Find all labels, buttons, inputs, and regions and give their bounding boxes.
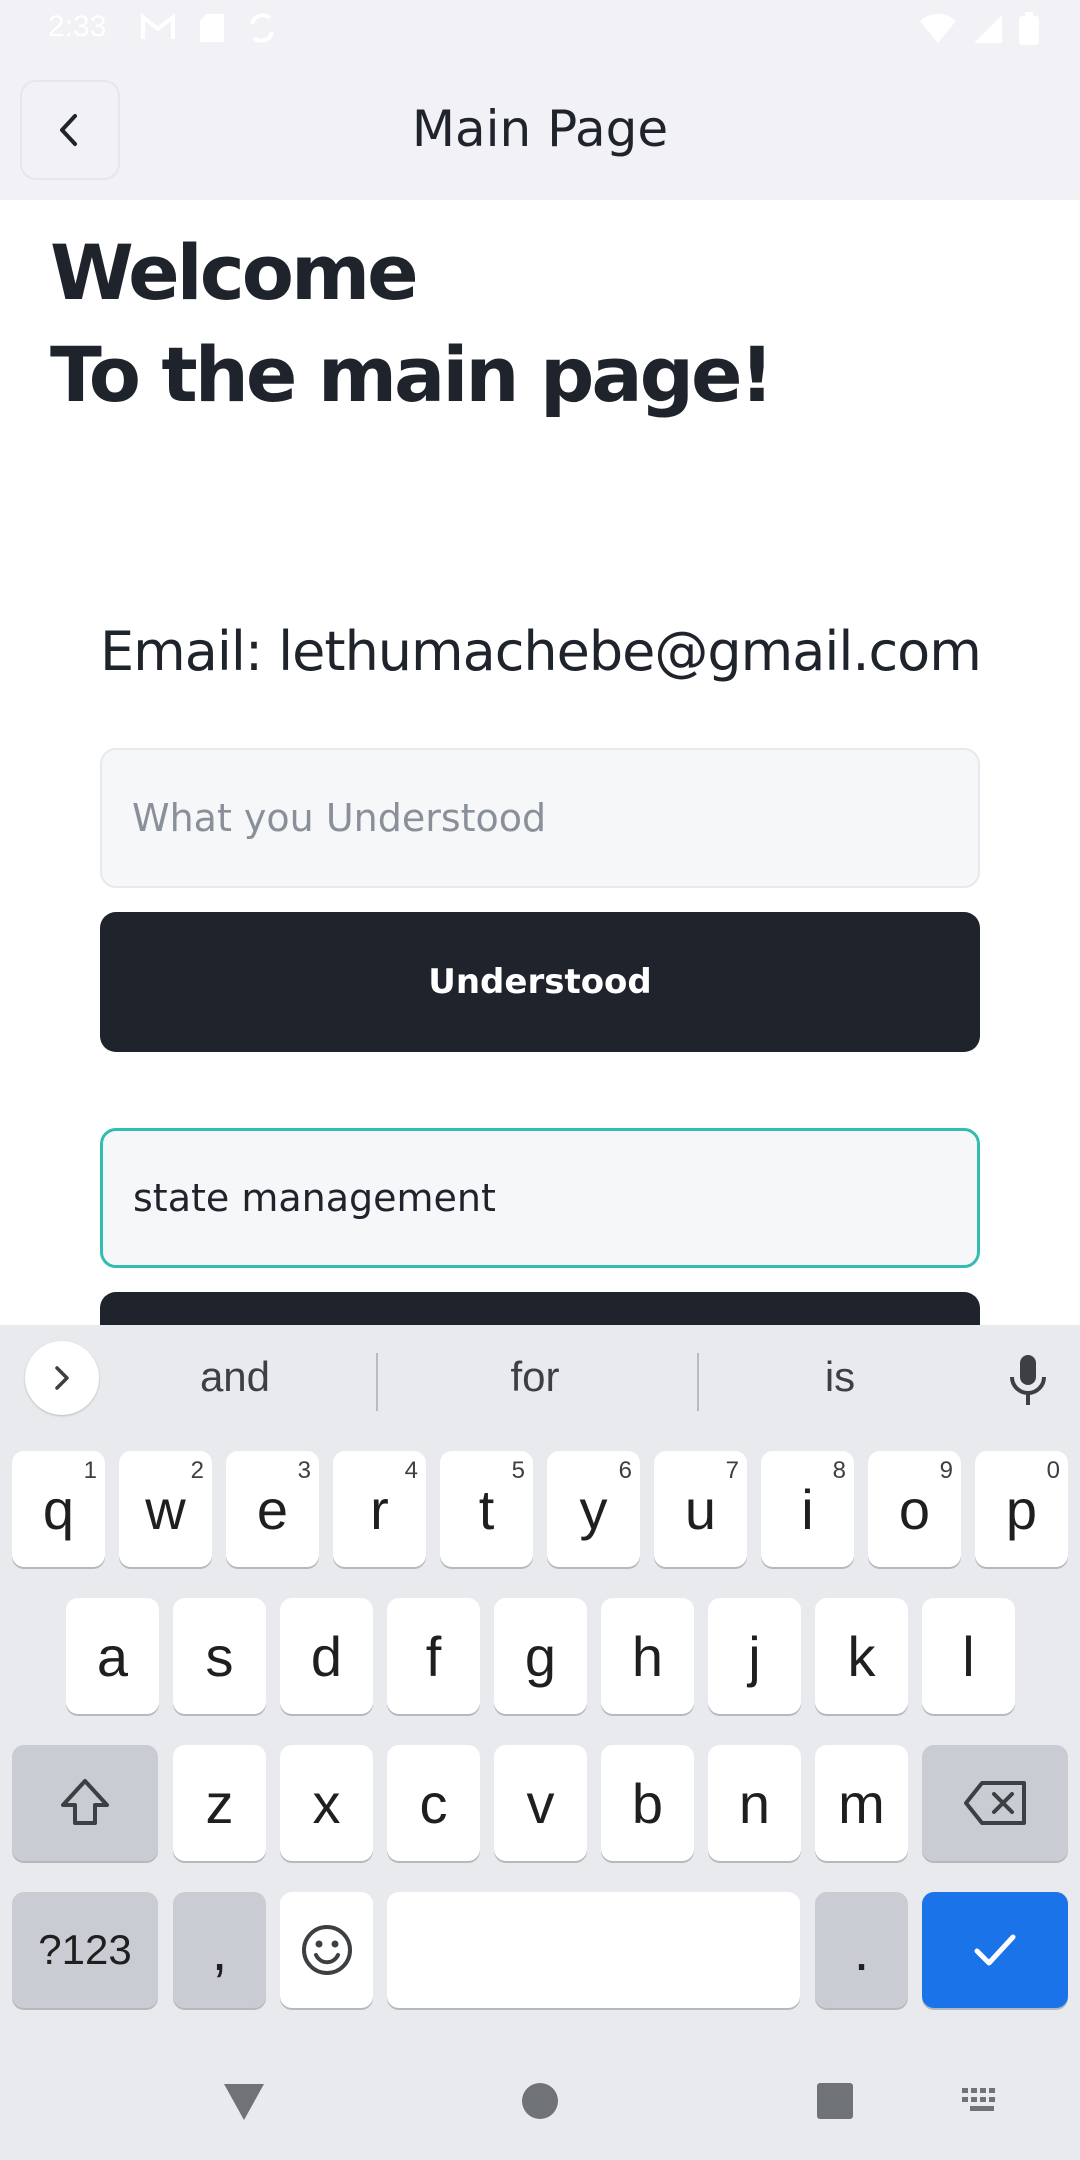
backspace-icon <box>964 1781 1026 1825</box>
key-hint: 2 <box>190 1457 204 1484</box>
period-key[interactable]: . <box>815 1892 908 2008</box>
key-s[interactable]: s <box>173 1598 266 1714</box>
key-hint: 6 <box>618 1457 632 1484</box>
key-label: q <box>42 1477 75 1541</box>
key-label: p <box>1005 1477 1038 1541</box>
key-q[interactable]: q1 <box>12 1451 105 1567</box>
key-hint: 9 <box>939 1457 953 1484</box>
shift-arrow-icon <box>61 1779 109 1825</box>
sd-card-icon <box>200 14 224 42</box>
key-label: y <box>579 1477 608 1541</box>
suggestion-divider <box>697 1353 699 1411</box>
welcome-heading: Welcome To the main page! <box>50 222 774 426</box>
microphone-icon[interactable] <box>1008 1353 1048 1409</box>
topic-input[interactable]: state management <box>100 1128 980 1268</box>
symbols-key[interactable]: ?123 <box>12 1892 158 2008</box>
key-g[interactable]: g <box>494 1598 587 1714</box>
suggestion-2[interactable]: for <box>440 1353 630 1401</box>
key-j[interactable]: j <box>708 1598 801 1714</box>
key-y[interactable]: y6 <box>547 1451 640 1567</box>
comma-key[interactable]: , <box>173 1892 266 2008</box>
page-title: Main Page <box>411 100 669 158</box>
backspace-key[interactable] <box>922 1745 1068 1861</box>
chevron-right-icon <box>55 1366 69 1390</box>
suggestion-strip: and for is <box>0 1325 1080 1435</box>
key-hint: 1 <box>83 1457 97 1484</box>
key-hint: 5 <box>511 1457 525 1484</box>
key-e[interactable]: e3 <box>226 1451 319 1567</box>
checkmark-icon <box>974 1934 1016 1966</box>
key-m[interactable]: m <box>815 1745 908 1861</box>
key-hint: 3 <box>297 1457 311 1484</box>
key-t[interactable]: t5 <box>440 1451 533 1567</box>
suggestion-divider <box>376 1353 378 1411</box>
key-r[interactable]: r4 <box>333 1451 426 1567</box>
email-text: Email: lethumachebe@gmail.com <box>100 620 982 683</box>
key-hint: 8 <box>832 1457 846 1484</box>
key-hint: 0 <box>1046 1457 1060 1484</box>
key-z[interactable]: z <box>173 1745 266 1861</box>
space-key[interactable] <box>387 1892 800 2008</box>
sync-icon <box>250 13 274 43</box>
wifi-icon <box>920 13 956 44</box>
status-time: 2:33 <box>48 10 107 43</box>
key-label: w <box>145 1477 186 1541</box>
key-label: u <box>684 1477 717 1541</box>
status-bar: 2:33 <box>0 0 1080 60</box>
key-k[interactable]: k <box>815 1598 908 1714</box>
welcome-line-1: Welcome <box>50 228 419 317</box>
key-label: t <box>478 1477 495 1541</box>
key-w[interactable]: w2 <box>119 1451 212 1567</box>
key-label: e <box>256 1477 289 1541</box>
understood-input[interactable]: What you Understood <box>100 748 980 888</box>
app-header: Main Page <box>0 60 1080 200</box>
back-triangle-icon[interactable] <box>222 2082 266 2122</box>
status-icons-left <box>140 12 276 44</box>
recents-square-icon[interactable] <box>816 2082 854 2120</box>
key-u[interactable]: u7 <box>654 1451 747 1567</box>
key-l[interactable]: l <box>922 1598 1015 1714</box>
done-key[interactable] <box>922 1892 1068 2008</box>
key-a[interactable]: a <box>66 1598 159 1714</box>
key-f[interactable]: f <box>387 1598 480 1714</box>
key-i[interactable]: i8 <box>761 1451 854 1567</box>
key-d[interactable]: d <box>280 1598 373 1714</box>
suggestion-1[interactable]: and <box>140 1353 330 1401</box>
main-content: Welcome To the main page! Email: lethuma… <box>0 200 1080 1325</box>
key-c[interactable]: c <box>387 1745 480 1861</box>
suggestion-3[interactable]: is <box>745 1353 935 1401</box>
key-o[interactable]: o9 <box>868 1451 961 1567</box>
key-label: r <box>370 1477 389 1541</box>
expand-toolbar-button[interactable] <box>25 1341 99 1415</box>
shift-key[interactable] <box>12 1745 158 1861</box>
key-x[interactable]: x <box>280 1745 373 1861</box>
keyboard-switch-icon[interactable] <box>962 2088 1002 2116</box>
battery-icon <box>1019 12 1039 45</box>
key-b[interactable]: b <box>601 1745 694 1861</box>
key-v[interactable]: v <box>494 1745 587 1861</box>
understood-input-placeholder: What you Understood <box>132 796 547 840</box>
understood-button[interactable]: Understood <box>100 912 980 1052</box>
gmail-icon <box>141 12 175 39</box>
soft-keyboard: and for is q1 w2 e3 r4 t5 y6 u7 i8 o9 p0… <box>0 1325 1080 2160</box>
home-circle-icon[interactable] <box>521 2082 559 2120</box>
emoji-key[interactable] <box>280 1892 373 2008</box>
second-button[interactable] <box>100 1292 980 1325</box>
key-hint: 4 <box>404 1457 418 1484</box>
key-label: i <box>801 1477 814 1541</box>
emoji-icon <box>301 1925 352 1975</box>
signal-icon <box>974 15 1002 43</box>
key-label: o <box>898 1477 931 1541</box>
key-h[interactable]: h <box>601 1598 694 1714</box>
welcome-line-2: To the main page! <box>50 330 774 419</box>
navigation-bar <box>0 2040 1080 2160</box>
status-icons-right <box>918 12 1040 46</box>
key-hint: 7 <box>725 1457 739 1484</box>
key-p[interactable]: p0 <box>975 1451 1068 1567</box>
key-n[interactable]: n <box>708 1745 801 1861</box>
topic-input-value: state management <box>133 1176 496 1220</box>
